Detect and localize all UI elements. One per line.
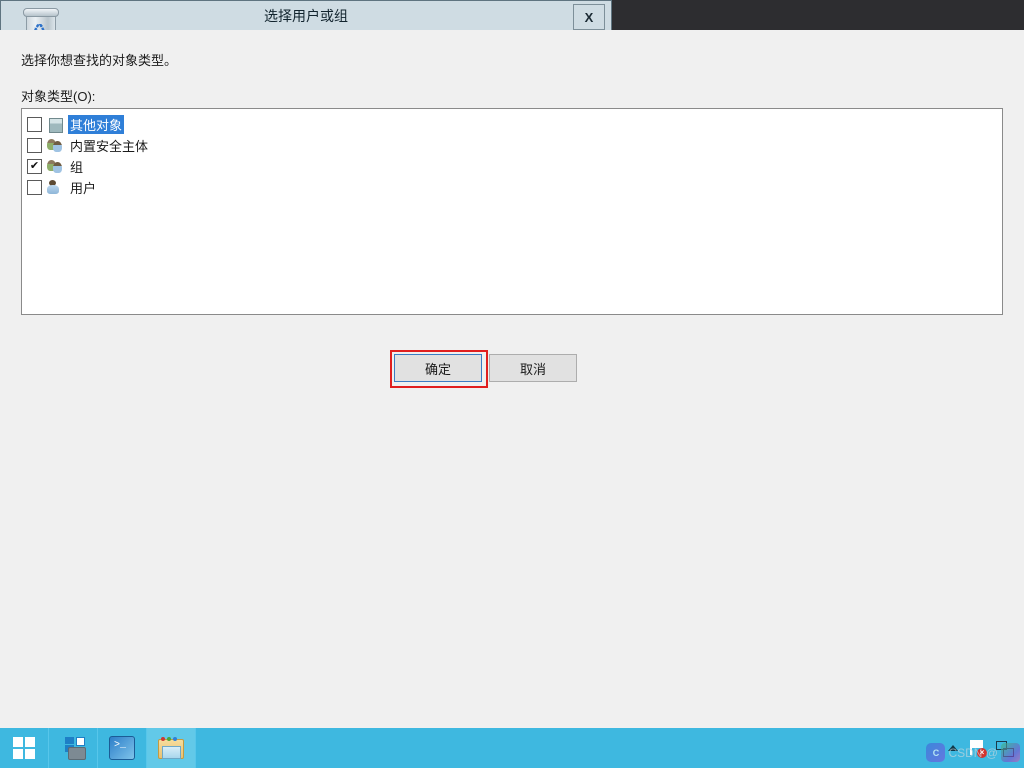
dialog-title: 选择用户或组 (264, 8, 348, 24)
list-item-label: 用户 (70, 181, 97, 196)
server-manager-icon (61, 737, 86, 760)
list-item-builtin-security-principals[interactable]: 内置安全主体 (27, 135, 1002, 156)
ok-button[interactable]: 确定 (394, 354, 482, 382)
dialog-prompt: 选择你想查找的对象类型。 (21, 53, 178, 68)
taskbar-file-explorer[interactable] (147, 728, 196, 768)
list-item-users[interactable]: 用户 (27, 177, 1002, 198)
group-icon (47, 138, 63, 153)
watermark-badge: C (926, 743, 946, 762)
taskbar-empty-area (196, 728, 938, 768)
list-item-label: 组 (70, 160, 84, 175)
windows-logo-icon (13, 737, 35, 759)
cancel-button[interactable]: 取消 (489, 354, 577, 382)
screen: ♻ 回收站 常 文件 主页 共享 查看 ← → (0, 0, 1024, 768)
checkbox[interactable] (27, 180, 42, 195)
file-explorer-icon (158, 737, 184, 759)
watermark: C CSDN @ (926, 743, 1020, 762)
taskbar-powershell[interactable] (98, 728, 147, 768)
user-icon (47, 180, 63, 195)
checkbox-checked[interactable]: ✔ (27, 159, 42, 174)
object-types-list[interactable]: 其他对象 内置安全主体 ✔ 组 用户 (21, 108, 1003, 315)
close-icon[interactable]: X (573, 4, 605, 30)
taskbar: × (0, 728, 1024, 768)
taskbar-server-manager[interactable] (49, 728, 98, 768)
watermark-text: CSDN @ (948, 745, 998, 760)
checkbox[interactable] (27, 117, 42, 132)
list-item-other-objects[interactable]: 其他对象 (27, 114, 1002, 135)
watermark-blob (1001, 743, 1020, 762)
start-button[interactable] (0, 728, 49, 768)
list-item-label: 内置安全主体 (70, 139, 149, 154)
list-item-groups[interactable]: ✔ 组 (27, 156, 1002, 177)
dialog-titlebar: 选择用户或组 X (1, 1, 611, 31)
group-icon (47, 159, 63, 174)
checkbox[interactable] (27, 138, 42, 153)
powershell-icon (109, 736, 135, 760)
object-types-label: 对象类型(O): (21, 89, 96, 104)
list-item-label: 其他对象 (68, 115, 125, 134)
dialog-body: 选择你想查找的对象类型。 对象类型(O): 其他对象 内置安全主体 ✔ 组 用户… (4, 30, 1020, 764)
generic-object-icon (47, 117, 63, 133)
